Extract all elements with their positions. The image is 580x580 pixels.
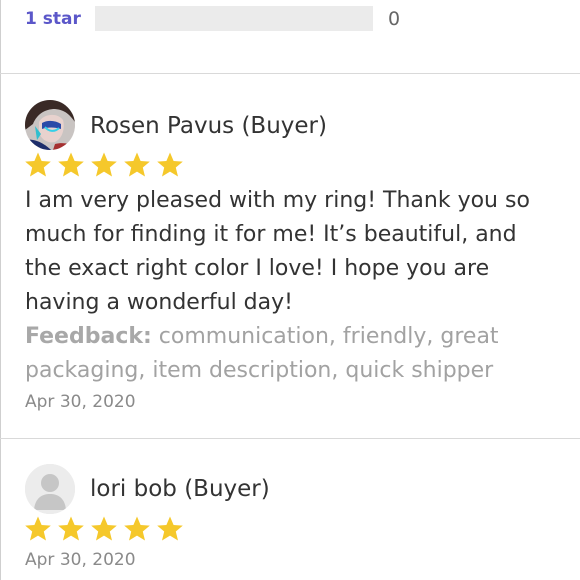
star-rating	[24, 515, 184, 543]
star-icon	[25, 516, 51, 541]
avatar-photo	[25, 100, 75, 150]
review-date: Apr 30, 2020	[25, 392, 136, 412]
review-text: I am very pleased with my ring! Thank yo…	[25, 188, 530, 315]
feedback-tags: Feedback: communication, friendly, great…	[25, 320, 555, 388]
star-icon	[58, 152, 84, 177]
divider	[0, 438, 580, 439]
star-icon	[25, 152, 51, 177]
avatar[interactable]	[25, 100, 75, 150]
left-border	[0, 0, 1, 580]
review-date: Apr 30, 2020	[25, 550, 136, 570]
star-icon	[124, 516, 150, 541]
rating-label: 1 star	[25, 9, 81, 29]
star-icon	[91, 152, 117, 177]
star-icon	[124, 152, 150, 177]
star-icon	[91, 516, 117, 541]
feedback-label: Feedback:	[25, 324, 152, 349]
user-silhouette-icon	[25, 464, 75, 514]
star-icon	[157, 152, 183, 177]
divider	[0, 73, 580, 74]
rating-bar	[95, 6, 373, 31]
star-rating	[24, 151, 184, 179]
star-icon	[58, 516, 84, 541]
reviewer-name[interactable]: Rosen Pavus (Buyer)	[90, 113, 327, 139]
star-icon	[157, 516, 183, 541]
rating-count: 0	[388, 8, 401, 30]
rating-row-1-star: 1 star 0	[0, 0, 580, 40]
reviewer-name[interactable]: lori bob (Buyer)	[90, 476, 270, 502]
default-user-avatar[interactable]	[25, 464, 75, 514]
